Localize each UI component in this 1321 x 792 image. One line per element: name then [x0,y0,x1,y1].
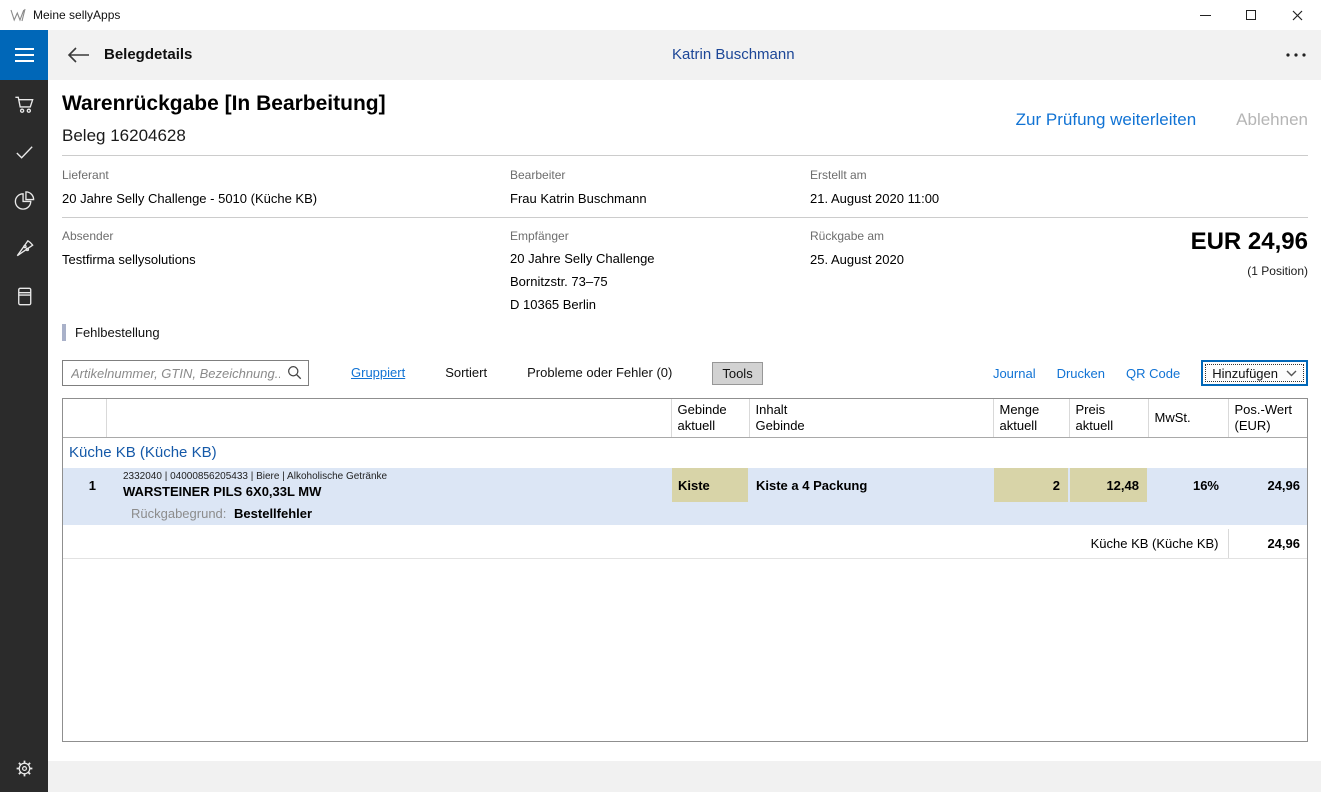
field-rueckgabe-am: Rückgabe am 25. August 2020 [810,229,1060,269]
sidebar-item-statistics[interactable] [0,176,48,224]
window-title: Meine sellyApps [33,8,120,22]
return-reason-row: Rückgabegrund: Bestellfehler [63,502,1308,525]
status-strip [48,761,1321,792]
inhalt-cell: Kiste a 4 Packung [749,468,993,502]
subtotal-label: Küche KB (Küche KB) [63,529,1228,558]
col-row-number [63,399,106,437]
pizza-slice-icon [13,237,36,260]
qr-code-link[interactable]: QR Code [1126,366,1180,381]
reason-value: Bestellfehler [234,506,312,521]
preis-cell[interactable]: 12,48 [1069,468,1148,502]
empfaenger-line: 20 Jahre Selly Challenge [510,251,800,266]
problems-filter[interactable]: Probleme oder Fehler (0) [527,360,672,386]
book-icon [13,285,36,308]
tab-accent-bar [62,324,66,341]
back-button[interactable] [60,30,96,80]
sidebar-item-settings[interactable] [0,744,48,792]
article-cell: 2332040 | 04000856205433 | Biere | Alkoh… [106,468,671,502]
empfaenger-line: D 10365 Berlin [510,297,800,312]
empfaenger-line: Bornitzstr. 73–75 [510,274,800,289]
field-empfaenger: Empfänger 20 Jahre Selly Challenge Borni… [510,229,800,320]
position-toolbar: Gruppiert Sortiert Probleme oder Fehler … [62,360,1308,387]
cart-icon [13,93,36,116]
subtotal-value: 24,96 [1228,529,1308,558]
hamburger-menu-button[interactable] [0,30,48,80]
col-pos-wert: Pos.-Wert(EUR) [1228,399,1308,437]
field-absender: Absender Testfirma sellysolutions [62,229,502,269]
document-actions: Zur Prüfung weiterleiten Ablehnen [1016,110,1308,130]
divider [62,217,1308,218]
table-header-row: Gebindeaktuell InhaltGebinde Mengeaktuel… [63,399,1308,437]
add-dropdown-button[interactable]: Hinzufügen [1201,360,1308,386]
article-meta: 2332040 | 04000856205433 | Biere | Alkoh… [123,471,670,482]
back-arrow-icon [66,46,90,64]
reject-button[interactable]: Ablehnen [1236,110,1308,130]
document-status-title: Warenrückgabe [In Bearbeitung] [62,92,386,116]
titlebar: Meine sellyApps [0,0,1321,30]
tab-label: Fehlbestellung [75,325,160,340]
minimize-icon[interactable] [1182,0,1228,30]
group-header-label: Küche KB (Küche KB) [63,437,1308,468]
gear-icon [14,758,35,779]
article-name: WARSTEINER PILS 6X0,33L MW [123,484,670,499]
mwst-cell: 16% [1148,468,1228,502]
user-name-link[interactable]: Katrin Buschmann [672,30,795,80]
total-amount: EUR 24,96 [1191,228,1308,256]
field-lieferant: Lieferant 20 Jahre Selly Challenge - 501… [62,168,502,208]
group-subtotal-row: Küche KB (Küche KB) 24,96 [63,529,1308,558]
position-number: 1 [63,468,106,502]
reason-label: Rückgabegrund: [131,506,226,521]
document-detail-panel: Warenrückgabe [In Bearbeitung] Beleg 162… [48,80,1321,792]
search-icon[interactable] [287,365,302,385]
sidebar-item-approvals[interactable] [0,128,48,176]
position-row[interactable]: 1 2332040 | 04000856205433 | Biere | Alk… [63,468,1308,502]
col-menge-aktuell: Mengeaktuell [993,399,1069,437]
group-header-row: Küche KB (Küche KB) [63,437,1308,468]
menge-cell[interactable]: 2 [993,468,1069,502]
field-erstellt-am: Erstellt am 21. August 2020 11:00 [810,168,1060,208]
search-input[interactable] [62,360,309,386]
document-type-tab: Fehlbestellung [62,324,160,341]
col-mwst: MwSt. [1148,399,1228,437]
positions-table: Gebindeaktuell InhaltGebinde Mengeaktuel… [62,398,1308,742]
tools-button[interactable]: Tools [712,362,762,385]
chevron-down-icon [1286,370,1297,377]
col-gebinde-aktuell: Gebindeaktuell [671,399,749,437]
sorted-toggle[interactable]: Sortiert [445,360,487,386]
forward-for-review-button[interactable]: Zur Prüfung weiterleiten [1016,110,1196,130]
maximize-icon[interactable] [1228,0,1274,30]
pie-chart-icon [13,189,36,212]
close-icon[interactable] [1274,0,1320,30]
checkmark-icon [13,141,36,164]
more-options-button[interactable] [1285,30,1307,80]
app-logo-icon [9,7,26,23]
divider [62,155,1308,156]
grouped-toggle[interactable]: Gruppiert [351,360,405,386]
col-inhalt-gebinde: InhaltGebinde [749,399,993,437]
ellipsis-icon [1285,52,1307,58]
document-number: Beleg 16204628 [62,126,186,146]
print-link[interactable]: Drucken [1057,366,1105,381]
window-controls [1182,0,1320,30]
pos-wert-cell: 24,96 [1228,468,1308,502]
position-count: (1 Position) [1191,264,1308,278]
col-preis-aktuell: Preisaktuell [1069,399,1148,437]
col-article [106,399,671,437]
field-bearbeiter: Bearbeiter Frau Katrin Buschmann [510,168,800,208]
sidebar [0,80,48,792]
sidebar-item-offers[interactable] [0,224,48,272]
journal-link[interactable]: Journal [993,366,1036,381]
page-title: Belegdetails [104,30,192,80]
sidebar-item-catalog[interactable] [0,272,48,320]
gebinde-cell[interactable]: Kiste [671,468,749,502]
search-box [62,360,309,386]
document-total: EUR 24,96 (1 Position) [1191,228,1308,278]
app-header: Belegdetails Katrin Buschmann [0,30,1321,80]
sidebar-item-cart[interactable] [0,80,48,128]
